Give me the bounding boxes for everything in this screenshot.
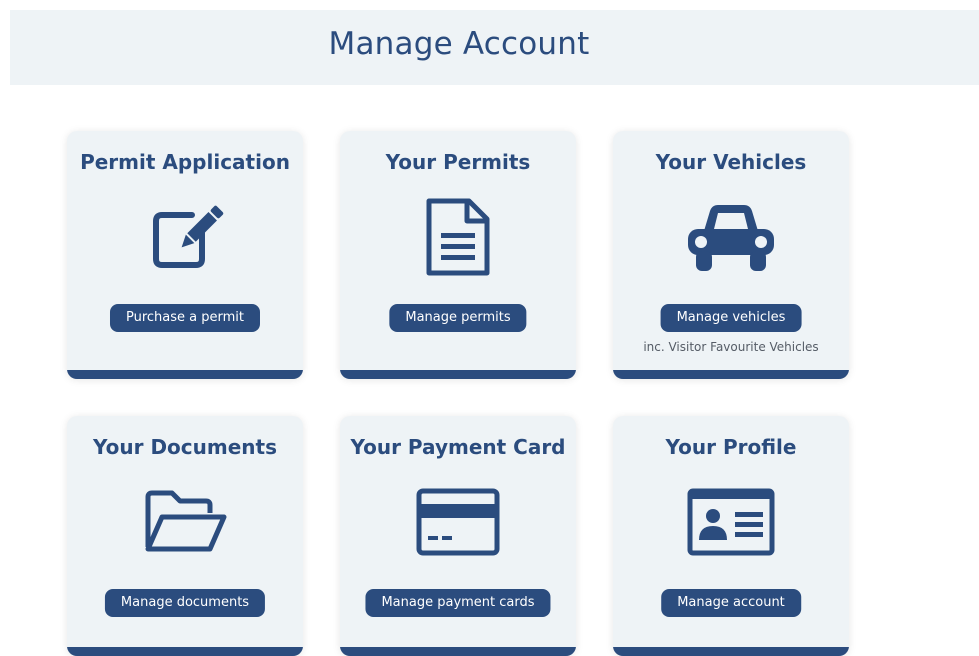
card-your-vehicles: Your Vehicles Manage vehicles inc. Visit… bbox=[613, 131, 849, 379]
document-icon bbox=[340, 195, 576, 279]
manage-documents-button[interactable]: Manage documents bbox=[104, 589, 266, 617]
card-accent-bar bbox=[613, 370, 849, 379]
credit-card-icon bbox=[340, 480, 576, 564]
card-accent-bar bbox=[613, 647, 849, 656]
edit-icon bbox=[67, 195, 303, 279]
card-your-payment-card: Your Payment Card Manage payment cards bbox=[340, 416, 576, 656]
manage-account-button[interactable]: Manage account bbox=[661, 589, 801, 617]
card-your-documents: Your Documents Manage documents bbox=[67, 416, 303, 656]
card-accent-bar bbox=[340, 647, 576, 656]
manage-permits-button[interactable]: Manage permits bbox=[389, 304, 527, 332]
manage-payment-cards-button[interactable]: Manage payment cards bbox=[365, 589, 551, 617]
car-icon bbox=[613, 195, 849, 279]
card-title: Permit Application bbox=[80, 150, 290, 174]
card-title: Your Documents bbox=[93, 435, 277, 459]
folder-open-icon bbox=[67, 480, 303, 564]
card-permit-application: Permit Application Purchase a permit bbox=[67, 131, 303, 379]
card-accent-bar bbox=[67, 370, 303, 379]
card-title: Your Permits bbox=[385, 150, 531, 174]
card-accent-bar bbox=[340, 370, 576, 379]
page-header: Manage Account bbox=[10, 10, 979, 85]
card-accent-bar bbox=[67, 647, 303, 656]
page-title: Manage Account bbox=[328, 26, 590, 62]
card-title: Your Payment Card bbox=[350, 435, 566, 459]
card-title: Your Vehicles bbox=[655, 150, 807, 174]
purchase-permit-button[interactable]: Purchase a permit bbox=[109, 304, 261, 332]
vehicles-note: inc. Visitor Favourite Vehicles bbox=[643, 340, 819, 354]
id-card-icon bbox=[613, 480, 849, 564]
card-your-profile: Your Profile Manage account bbox=[613, 416, 849, 656]
card-title: Your Profile bbox=[665, 435, 797, 459]
card-your-permits: Your Permits Manage permits bbox=[340, 131, 576, 379]
manage-vehicles-button[interactable]: Manage vehicles bbox=[660, 304, 802, 332]
